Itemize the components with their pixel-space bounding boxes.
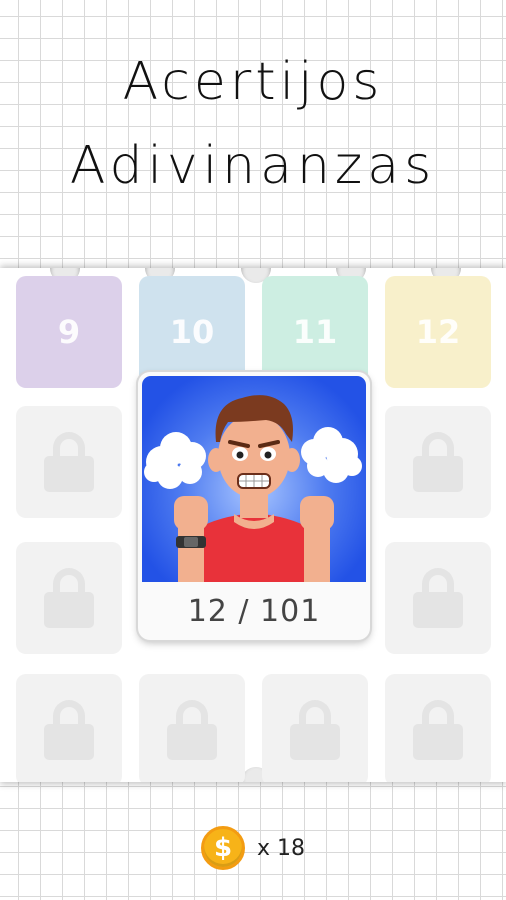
level-tile-locked[interactable]: [385, 406, 491, 518]
lock-icon: [290, 700, 340, 760]
level-tile-12[interactable]: 12: [385, 276, 491, 388]
lock-icon: [413, 432, 463, 492]
coin-balance: $ x 18: [0, 826, 506, 870]
level-preview-card[interactable]: 12 / 101: [138, 372, 370, 640]
app-title-line1: Acertijos: [122, 52, 384, 112]
level-number: 10: [169, 313, 215, 351]
level-tile-9[interactable]: 9: [16, 276, 122, 388]
lock-icon: [44, 568, 94, 628]
lock-icon: [413, 568, 463, 628]
angry-man-illustration: [142, 376, 366, 582]
level-number: 11: [292, 313, 338, 351]
lock-icon: [167, 700, 217, 760]
lock-icon: [413, 700, 463, 760]
level-tile-locked[interactable]: [16, 542, 122, 654]
level-tile-locked[interactable]: [16, 674, 122, 782]
level-tile-locked[interactable]: [385, 542, 491, 654]
level-tile-locked[interactable]: [16, 406, 122, 518]
level-number: 9: [57, 313, 81, 351]
level-progress-text: 12 / 101: [187, 593, 321, 629]
level-number: 12: [415, 313, 461, 351]
lock-icon: [44, 432, 94, 492]
level-tile-locked[interactable]: [139, 674, 245, 782]
level-tile-locked[interactable]: [385, 674, 491, 782]
level-tile-locked[interactable]: [262, 674, 368, 782]
coin-icon: $: [200, 826, 245, 870]
coin-count: x 18: [256, 835, 305, 861]
lock-icon: [44, 700, 94, 760]
app-title-line2: Adivinanzas: [69, 136, 437, 196]
